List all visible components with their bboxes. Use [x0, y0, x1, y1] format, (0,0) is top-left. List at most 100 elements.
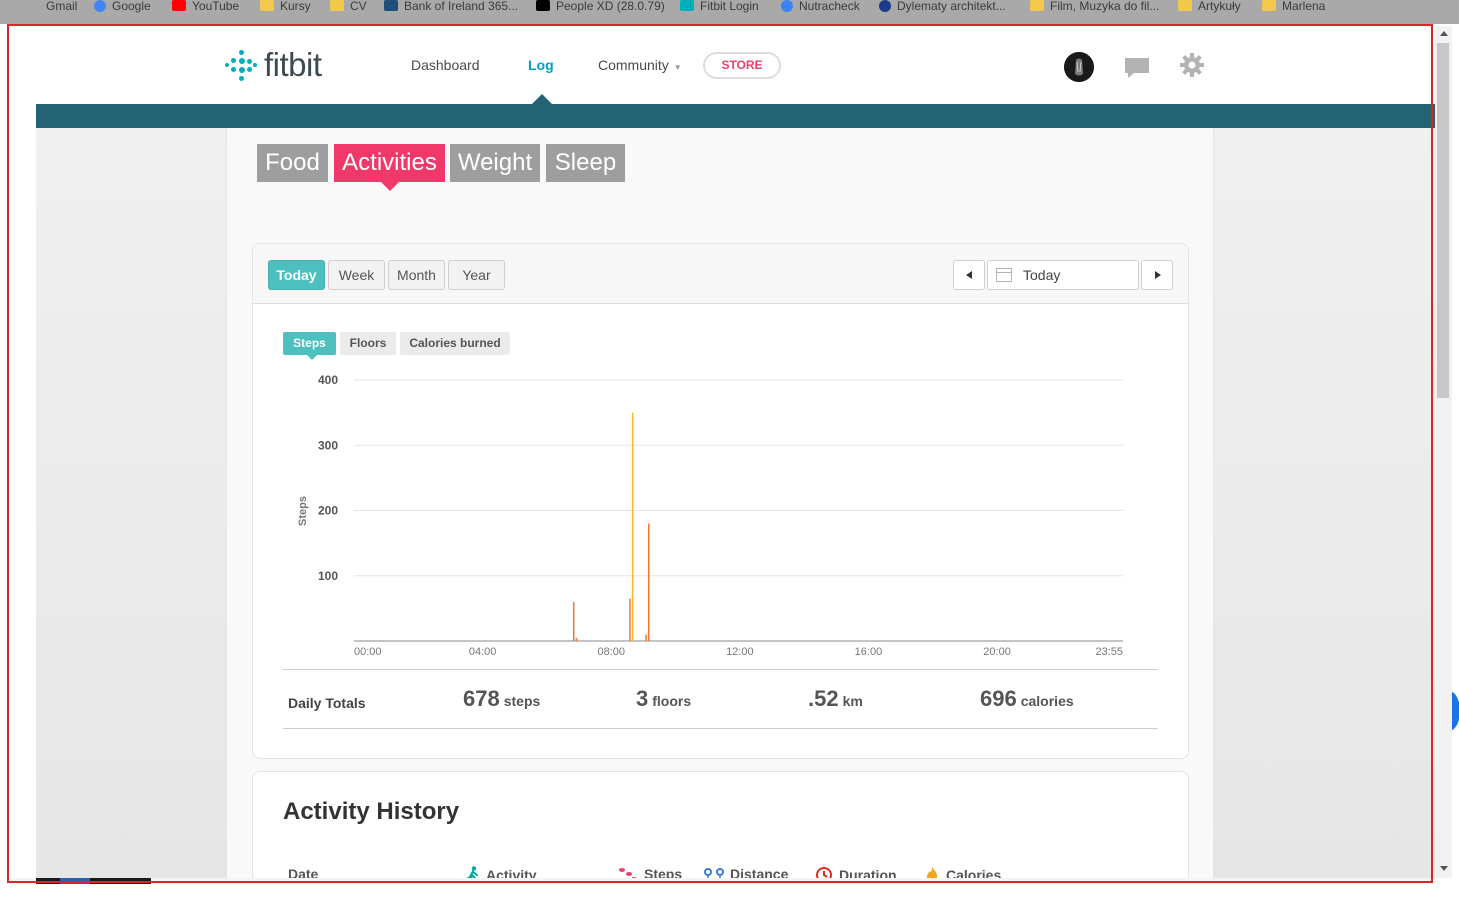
total-steps-unit: steps	[503, 693, 541, 709]
x-icon	[536, 0, 550, 11]
scroll-up-icon[interactable]	[1440, 31, 1448, 36]
gear-icon[interactable]	[1180, 53, 1204, 82]
bookmark-cv[interactable]: CV	[330, 0, 367, 14]
total-steps-value: 678	[463, 686, 500, 711]
bookmark-youtube[interactable]: YouTube	[172, 0, 239, 14]
y-tick-label: 100	[318, 569, 338, 583]
x-tick-label: 00:00	[354, 646, 382, 658]
col-activity-label: Activity	[486, 867, 537, 878]
col-duration-label: Duration	[839, 867, 897, 878]
logo-text: fitbit	[264, 46, 322, 83]
bookmark-marlena[interactable]: Marlena	[1262, 0, 1325, 14]
col-calories-label: Calories	[946, 867, 1002, 878]
avatar[interactable]	[1064, 52, 1094, 82]
footsteps-icon	[619, 868, 637, 878]
store-button[interactable]: STORE	[703, 52, 781, 79]
step-bar	[631, 412, 634, 641]
total-calories-unit: calories	[1020, 693, 1074, 709]
y-tick-label: 300	[318, 438, 338, 452]
x-tick-label: 20:00	[983, 646, 1011, 658]
page-viewport: fitbit Dashboard Log Community ▼ STORE F…	[9, 26, 1435, 878]
step-bar	[645, 634, 647, 641]
col-date[interactable]: Date	[288, 866, 318, 878]
taskbar-fragment	[36, 878, 151, 884]
col-duration[interactable]: Duration	[815, 866, 897, 878]
total-floors-unit: floors	[652, 693, 692, 709]
bookmark-nutracheck[interactable]: Nutracheck	[781, 0, 860, 14]
x-tick-label: 23:55	[1095, 646, 1123, 658]
bookmark-people-xd[interactable]: People XD (28.0.79)	[536, 0, 665, 14]
step-bar	[575, 637, 578, 641]
nav-log[interactable]: Log	[528, 57, 554, 73]
col-distance-label: Distance	[730, 866, 789, 878]
fitbit-dots-icon	[225, 48, 257, 82]
background-window-slice	[1452, 26, 1459, 886]
active-tab-pointer	[381, 182, 399, 191]
x-tick-label: 04:00	[469, 646, 497, 658]
step-bar	[629, 598, 631, 641]
fitbit-icon	[680, 0, 694, 11]
fitbit-logo[interactable]: fitbit	[225, 46, 322, 83]
flame-icon	[926, 867, 938, 878]
total-distance-value: .52	[808, 686, 839, 711]
col-date-label: Date	[288, 866, 319, 878]
nav-community[interactable]: Community ▼	[598, 57, 682, 73]
bookmark-google[interactable]: Google	[94, 0, 151, 14]
total-steps: 678 steps	[463, 686, 540, 712]
tab-activities[interactable]: Activities	[334, 144, 445, 182]
bookmarks-bar: Gmail Google YouTube Kursy CV Bank of Ir…	[0, 0, 1459, 24]
youtube-icon	[172, 0, 186, 11]
tab-food[interactable]: Food	[257, 144, 328, 182]
x-tick-label: 08:00	[597, 646, 625, 658]
globe-icon	[781, 0, 793, 12]
activity-history-card: Activity History Date Activity Steps Dis…	[252, 771, 1189, 878]
activity-history-title: Activity History	[283, 798, 460, 825]
totals-divider-top	[283, 669, 1158, 670]
bookmark-fitbit-login[interactable]: Fitbit Login	[680, 0, 759, 14]
bookmark-artykuly[interactable]: Artykuły	[1178, 0, 1241, 14]
folder-icon	[260, 0, 274, 11]
total-distance: .52 km	[808, 686, 863, 712]
steps-chart: 100 200 300 400 00:00 04:00 08:00 12:00 16:00 20:…	[297, 373, 1123, 658]
col-activity[interactable]: Activity	[466, 866, 537, 878]
col-calories[interactable]: Calories	[924, 866, 1001, 878]
active-nav-pointer	[532, 94, 552, 104]
distance-pin-icon	[704, 868, 724, 878]
bookmark-film-muzyka[interactable]: Film, Muzyka do fil...	[1030, 0, 1159, 14]
x-tick-label: 16:00	[855, 646, 883, 658]
avatar-photo	[1064, 52, 1094, 82]
total-calories: 696 calories	[980, 686, 1074, 712]
bookmark-bank-of-ireland[interactable]: Bank of Ireland 365...	[384, 0, 518, 14]
y-axis-label: Steps	[297, 496, 309, 526]
nav-dashboard[interactable]: Dashboard	[411, 57, 480, 73]
col-distance[interactable]: Distance	[704, 866, 788, 878]
chat-icon[interactable]	[1124, 57, 1150, 84]
folder-icon	[1178, 0, 1192, 11]
x-tick-label: 12:00	[726, 646, 754, 658]
y-tick-label: 400	[318, 373, 338, 387]
site-icon	[879, 0, 891, 12]
total-calories-value: 696	[980, 686, 1017, 711]
nav-community-label: Community	[598, 57, 669, 73]
daily-totals-label: Daily Totals	[288, 695, 366, 711]
step-bar	[572, 601, 575, 641]
tab-sleep[interactable]: Sleep	[546, 144, 625, 182]
tab-weight[interactable]: Weight	[450, 144, 540, 182]
scroll-down-icon[interactable]	[1440, 866, 1448, 871]
total-floors: 3 floors	[636, 686, 691, 712]
header-bar	[36, 104, 1435, 128]
folder-icon	[1262, 0, 1276, 11]
col-steps[interactable]: Steps	[618, 866, 682, 878]
google-icon	[94, 0, 106, 12]
stopwatch-icon	[816, 867, 832, 878]
bookmark-gmail[interactable]: Gmail	[46, 0, 77, 14]
walking-icon	[466, 866, 478, 878]
total-floors-value: 3	[636, 686, 649, 711]
bookmark-dylematy[interactable]: Dylematy architekt...	[879, 0, 1006, 14]
bookmark-kursy[interactable]: Kursy	[260, 0, 311, 14]
col-steps-label: Steps	[644, 866, 683, 878]
step-bar	[647, 523, 650, 641]
scrollbar-thumb[interactable]	[1437, 43, 1449, 398]
caret-down-icon: ▼	[673, 63, 682, 72]
activity-chart-card: Today Week Month Year Today Steps Floors…	[252, 243, 1189, 759]
